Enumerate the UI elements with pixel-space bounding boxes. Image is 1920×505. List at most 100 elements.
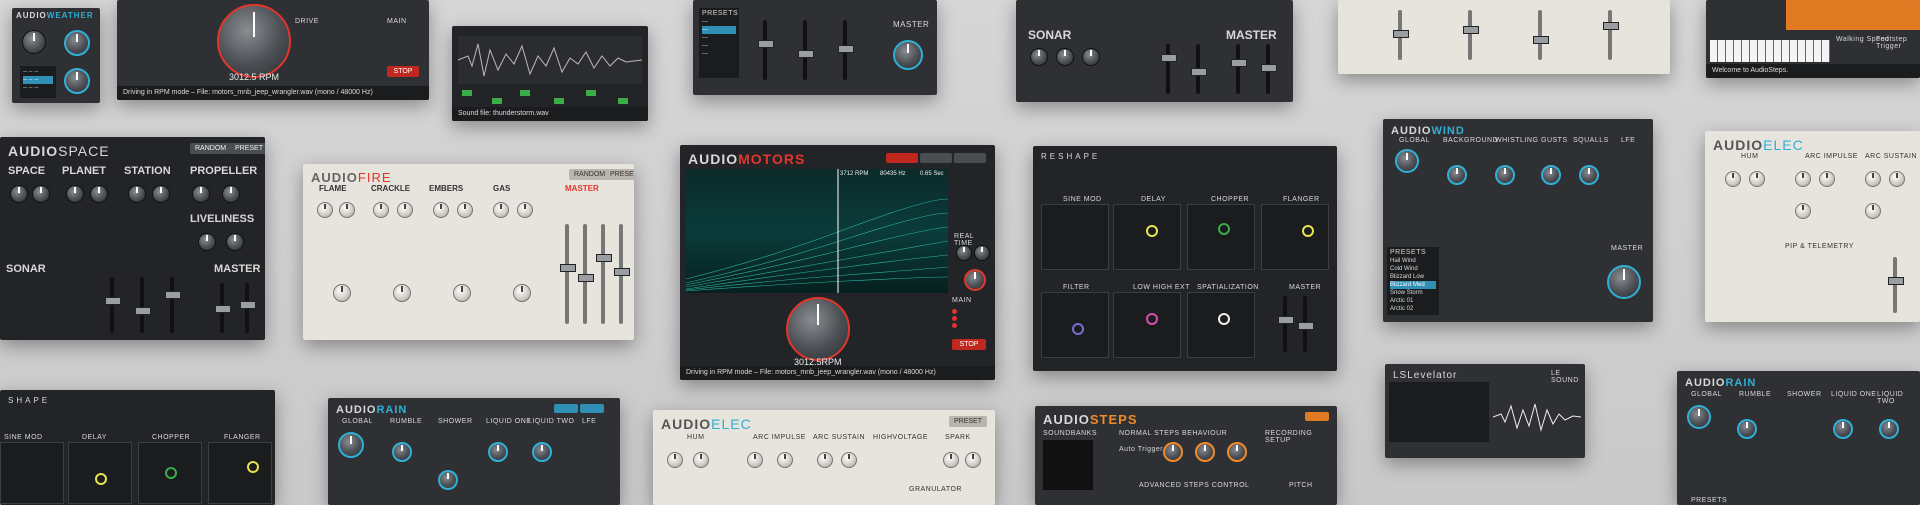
fader[interactable] bbox=[758, 20, 774, 80]
knob[interactable] bbox=[1495, 165, 1515, 185]
knob[interactable] bbox=[1687, 405, 1711, 429]
knob[interactable] bbox=[1195, 442, 1215, 462]
xy-pad[interactable] bbox=[1187, 292, 1255, 358]
knob[interactable] bbox=[192, 185, 210, 203]
preset-button[interactable]: PRESET bbox=[605, 169, 634, 180]
mode-button[interactable] bbox=[920, 153, 952, 163]
knob[interactable] bbox=[493, 202, 509, 218]
knob[interactable] bbox=[817, 452, 833, 468]
knob[interactable] bbox=[397, 202, 413, 218]
knob[interactable] bbox=[974, 245, 990, 261]
fader[interactable] bbox=[1278, 296, 1294, 352]
xy-pad[interactable] bbox=[1041, 204, 1109, 270]
knob[interactable] bbox=[693, 452, 709, 468]
knob[interactable] bbox=[1163, 442, 1183, 462]
knob[interactable] bbox=[198, 233, 216, 251]
knob[interactable] bbox=[339, 202, 355, 218]
fader[interactable] bbox=[1603, 10, 1619, 60]
fader[interactable] bbox=[614, 224, 630, 324]
knob[interactable] bbox=[747, 452, 763, 468]
knob[interactable] bbox=[317, 202, 333, 218]
stop-button[interactable]: STOP bbox=[387, 66, 419, 77]
knob[interactable] bbox=[964, 269, 986, 291]
xy-pad[interactable] bbox=[1113, 204, 1181, 270]
fader[interactable] bbox=[240, 283, 256, 333]
preset-button[interactable]: PRESET bbox=[230, 143, 265, 154]
fader[interactable] bbox=[798, 20, 814, 80]
fader[interactable] bbox=[1191, 44, 1207, 94]
preset-list[interactable]: PRESETS Hail Wind Cold Wind Blizzard Low… bbox=[1387, 247, 1439, 315]
preset-button[interactable]: PRESET bbox=[949, 416, 988, 427]
fader[interactable] bbox=[1298, 296, 1314, 352]
preset-item[interactable]: Hail Wind bbox=[1390, 257, 1436, 265]
knob[interactable] bbox=[1082, 48, 1100, 66]
master-knob[interactable] bbox=[893, 40, 923, 70]
rpm-dial[interactable] bbox=[786, 297, 850, 361]
preset-item[interactable]: Cold Wind bbox=[1390, 265, 1436, 273]
knob[interactable] bbox=[453, 284, 471, 302]
preset-item[interactable]: Arctic 02 bbox=[1390, 305, 1436, 313]
knob[interactable] bbox=[226, 233, 244, 251]
knob[interactable] bbox=[1795, 171, 1811, 187]
master-knob[interactable] bbox=[1607, 265, 1641, 299]
knob[interactable] bbox=[1879, 419, 1899, 439]
fader[interactable] bbox=[1161, 44, 1177, 94]
fader[interactable] bbox=[135, 277, 151, 333]
knob[interactable] bbox=[517, 202, 533, 218]
knob[interactable] bbox=[1447, 165, 1467, 185]
fader[interactable] bbox=[1888, 257, 1904, 313]
knob[interactable] bbox=[10, 185, 28, 203]
knob[interactable] bbox=[373, 202, 389, 218]
preset-item[interactable]: Snow Storm bbox=[1390, 289, 1436, 297]
fader[interactable] bbox=[165, 277, 181, 333]
knob[interactable] bbox=[457, 202, 473, 218]
knob[interactable] bbox=[532, 442, 552, 462]
knob[interactable] bbox=[1819, 171, 1835, 187]
knob[interactable] bbox=[90, 185, 108, 203]
knob[interactable] bbox=[1395, 149, 1419, 173]
xy-pad[interactable] bbox=[1261, 204, 1329, 270]
knob[interactable] bbox=[393, 284, 411, 302]
fader[interactable] bbox=[1463, 10, 1479, 60]
file-list[interactable] bbox=[1389, 382, 1489, 442]
knob[interactable] bbox=[667, 452, 683, 468]
random-button[interactable]: RANDOM bbox=[190, 143, 232, 154]
rpm-dial[interactable] bbox=[217, 4, 291, 78]
knob[interactable] bbox=[1833, 419, 1853, 439]
knob[interactable] bbox=[1227, 442, 1247, 462]
random-button[interactable]: RANDOM bbox=[569, 169, 611, 180]
knob[interactable] bbox=[392, 442, 412, 462]
knob[interactable] bbox=[152, 185, 170, 203]
fader[interactable] bbox=[1261, 44, 1277, 94]
xy-pad[interactable] bbox=[138, 442, 202, 504]
knob[interactable] bbox=[1541, 165, 1561, 185]
knob[interactable] bbox=[128, 185, 146, 203]
preset-button[interactable] bbox=[554, 404, 578, 413]
knob[interactable] bbox=[1030, 48, 1048, 66]
fader[interactable] bbox=[1231, 44, 1247, 94]
xy-pad[interactable] bbox=[1187, 204, 1255, 270]
knob[interactable] bbox=[488, 442, 508, 462]
knob[interactable] bbox=[1865, 203, 1881, 219]
knob[interactable] bbox=[1795, 203, 1811, 219]
knob[interactable] bbox=[965, 452, 981, 468]
preset-button[interactable] bbox=[1305, 412, 1329, 421]
preset-button[interactable] bbox=[580, 404, 604, 413]
preset-item[interactable]: Arctic 01 bbox=[1390, 297, 1436, 305]
fader[interactable] bbox=[560, 224, 576, 324]
knob[interactable] bbox=[438, 470, 458, 490]
knob[interactable] bbox=[1579, 165, 1599, 185]
knob[interactable] bbox=[222, 185, 240, 203]
preset-item[interactable]: Blizzard Med bbox=[1390, 281, 1436, 289]
fader[interactable] bbox=[105, 277, 121, 333]
knob[interactable] bbox=[841, 452, 857, 468]
fader[interactable] bbox=[215, 283, 231, 333]
knob[interactable] bbox=[433, 202, 449, 218]
knob[interactable] bbox=[64, 30, 90, 56]
xy-pad[interactable] bbox=[1041, 292, 1109, 358]
knob[interactable] bbox=[64, 68, 90, 94]
knob[interactable] bbox=[338, 432, 364, 458]
knob[interactable] bbox=[943, 452, 959, 468]
knob[interactable] bbox=[777, 452, 793, 468]
knob[interactable] bbox=[1889, 171, 1905, 187]
